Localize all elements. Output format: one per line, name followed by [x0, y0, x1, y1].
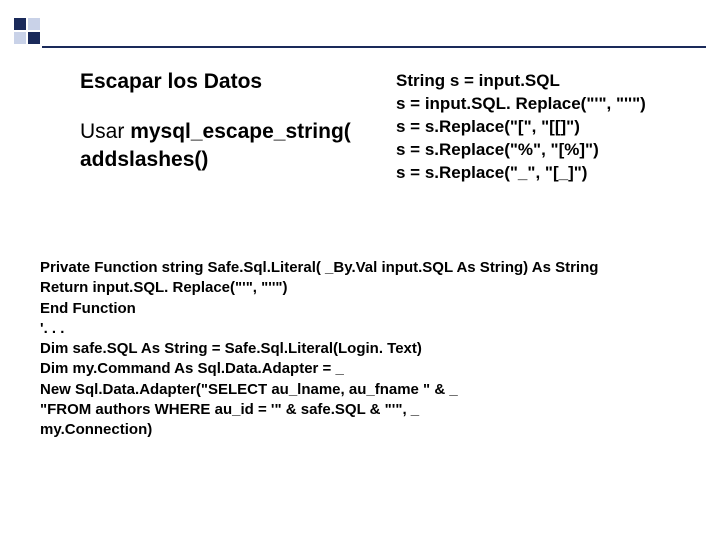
code-snippet-top: String s = input.SQL s = input.SQL. Repl… — [396, 70, 706, 185]
code-line: s = input.SQL. Replace("'", "''") — [396, 93, 706, 116]
code-line: s = s.Replace("[", "[[]") — [396, 116, 706, 139]
code-line: Private Function string Safe.Sql.Literal… — [40, 258, 684, 278]
code-line: my.Connection) — [40, 420, 684, 440]
code-line: s = s.Replace("_", "[_]") — [396, 162, 706, 185]
square-icon — [28, 32, 40, 44]
divider — [42, 46, 706, 48]
code-line: s = s.Replace("%", "[%]") — [396, 139, 706, 162]
square-icon — [14, 18, 26, 30]
code-line: Dim my.Command As Sql.Data.Adapter = _ — [40, 359, 684, 379]
code-line: Dim safe.SQL As String = Safe.Sql.Litera… — [40, 339, 684, 359]
code-line: End Function — [40, 299, 684, 319]
code-line: "FROM authors WHERE au_id = '" & safe.SQ… — [40, 400, 684, 420]
corner-squares — [14, 18, 40, 44]
code-line: New Sql.Data.Adapter("SELECT au_lname, a… — [40, 380, 684, 400]
code-snippet-bottom: Private Function string Safe.Sql.Literal… — [34, 254, 690, 444]
square-icon — [14, 32, 26, 44]
text-bold: mysql_escape_string( — [130, 120, 351, 143]
text-prefix: Usar — [80, 120, 130, 143]
code-line: '. . . — [40, 319, 684, 339]
text-bold-line2: addslashes() — [80, 148, 208, 171]
code-line: String s = input.SQL — [396, 70, 706, 93]
square-icon — [28, 18, 40, 30]
code-line: Return input.SQL. Replace("'", "''") — [40, 278, 684, 298]
